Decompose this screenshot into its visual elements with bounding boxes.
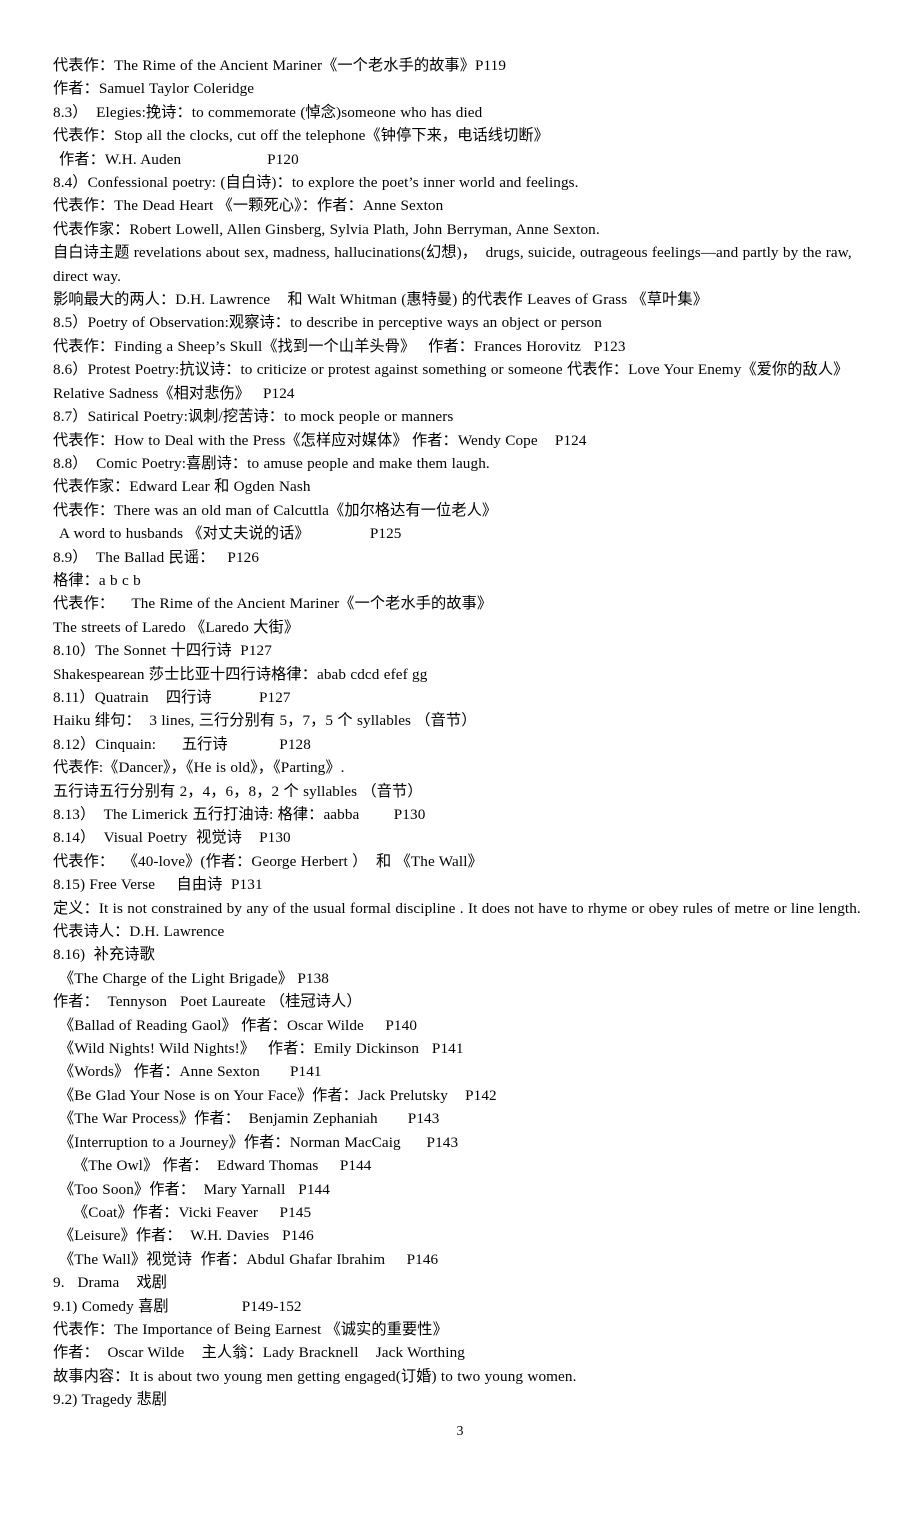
text-line: 《The War Process》作者： Benjamin Zephaniah … [59, 1110, 440, 1128]
text-line: 代表作：The Importance of Being Earnest 《诚实的… [53, 1320, 448, 1338]
text-line: 作者：Samuel Taylor Coleridge [53, 80, 255, 98]
text-line: 《Too Soon》作者： Mary Yarnall P144 [59, 1180, 330, 1198]
text-line: 代表作：Finding a Sheep’s Skull《找到一个山羊头骨》 作者… [53, 337, 626, 355]
text-line: 8.8） Comic Poetry:喜剧诗：to amuse people an… [53, 454, 490, 472]
text-line: 五行诗五行分别有 2，4，6，8，2 个 syllables （音节） [53, 782, 423, 800]
text-line: 代表作家：Robert Lowell, Allen Ginsberg, Sylv… [53, 220, 600, 238]
text-line: Shakespearean 莎士比亚十四行诗格律：abab cdcd efef … [53, 665, 428, 683]
text-line: 影响最大的两人：D.H. Lawrence 和 Walt Whitman (惠特… [53, 291, 708, 309]
text-line: 9.2) Tragedy 悲剧 [53, 1391, 168, 1409]
text-line: 8.13） The Limerick 五行打油诗: 格律：aabba P130 [53, 806, 426, 823]
text-line: 格律：a b c b [53, 571, 141, 589]
text-line: 8.16) 补充诗歌 [53, 946, 155, 964]
text-line: 代表诗人：D.H. Lawrence [53, 923, 225, 941]
text-line: 定义：It is not constrained by any of the u… [53, 899, 861, 917]
text-line: Haiku 绯句： 3 lines, 三行分别有 5，7，5 个 syllabl… [53, 712, 477, 730]
text-line: 故事内容：It is about two young men getting e… [53, 1367, 577, 1385]
text-line: 《Ballad of Reading Gaol》 作者：Oscar Wilde … [59, 1016, 418, 1034]
text-line: 8.5）Poetry of Observation:观察诗：to describ… [53, 314, 602, 332]
text-line: 《Wild Nights! Wild Nights!》 作者：Emily Dic… [59, 1040, 464, 1058]
text-line: 8.9） The Ballad 民谣： P126 [53, 548, 260, 566]
text-line: 8.7）Satirical Poetry:讽刺/挖苦诗：to mock peop… [53, 408, 454, 426]
text-line: 9.1) Comedy 喜剧 P149-152 [53, 1297, 302, 1315]
text-line: 代表作:《Dancer》，《He is old》，《Parting》. [53, 759, 345, 777]
text-line: 作者： Oscar Wilde 主人翁：Lady Bracknell Jack … [53, 1344, 465, 1362]
text-line: 《The Owl》 作者： Edward Thomas P144 [73, 1157, 372, 1175]
text-line: 代表作：The Dead Heart 《一颗死心》：作者：Anne Sexton [53, 197, 444, 215]
document-page: 代表作：The Rime of the Ancient Mariner《一个老水… [0, 0, 920, 1516]
text-line: A word to husbands 《对丈夫说的话》 P125 [59, 525, 402, 543]
text-line: 作者：W.H. Auden P120 [59, 150, 299, 168]
text-line: 《Leisure》作者： W.H. Davies P146 [59, 1227, 314, 1245]
text-line: 8.10）The Sonnet 十四行诗 P127 [53, 642, 272, 660]
text-line: 《Coat》作者：Vicki Feaver P145 [73, 1203, 312, 1221]
text-line: 《The Wall》视觉诗 作者：Abdul Ghafar Ibrahim P1… [59, 1250, 439, 1268]
text-line: 8.12）Cinquain: 五行诗 P128 [53, 735, 311, 753]
text-line: 代表作： 《40-love》(作者：George Herbert ） 和 《Th… [53, 852, 483, 870]
text-line: 代表作家：Edward Lear 和 Ogden Nash [53, 478, 311, 496]
text-line: 8.3） Elegies:挽诗：to commemorate (悼念)someo… [53, 103, 483, 121]
text-line: 作者： Tennyson Poet Laureate （桂冠诗人） [53, 993, 362, 1011]
text-line: 《Be Glad Your Nose is on Your Face》作者：Ja… [59, 1086, 497, 1104]
text-line: 代表作：The Rime of the Ancient Mariner《一个老水… [53, 57, 507, 74]
text-line: 9. Drama 戏剧 [53, 1274, 168, 1292]
document-body: 代表作：The Rime of the Ancient Mariner《一个老水… [53, 54, 873, 1412]
text-line: 代表作： The Rime of the Ancient Mariner《一个老… [53, 595, 493, 613]
text-line: 代表作：Stop all the clocks, cut off the tel… [53, 127, 549, 145]
page-number: 3 [456, 1424, 464, 1439]
text-line: 8.4）Confessional poetry: (自白诗)：to explor… [53, 174, 579, 192]
text-line: 代表作：There was an old man of Calcuttla《加尔… [53, 501, 498, 519]
text-line: 8.14） Visual Poetry 视觉诗 P130 [53, 829, 291, 847]
text-line: 代表作：How to Deal with the Press《怎样应对媒体》 作… [53, 431, 587, 449]
text-line: 8.6）Protest Poetry:抗议诗：to criticize or p… [53, 361, 849, 402]
text-line: 8.11）Quatrain 四行诗 P127 [53, 688, 291, 706]
text-line: 8.15) Free Verse 自由诗 P131 [53, 876, 263, 894]
text-line: The streets of Laredo 《Laredo 大街》 [53, 618, 300, 636]
text-line: 《Interruption to a Journey》作者：Norman Mac… [59, 1133, 459, 1151]
text-line: 《Words》 作者：Anne Sexton P141 [59, 1063, 322, 1081]
text-line: 《The Charge of the Light Brigade》 P138 [59, 969, 329, 987]
text-line: 自白诗主题 revelations about sex, madness, ha… [53, 244, 857, 285]
